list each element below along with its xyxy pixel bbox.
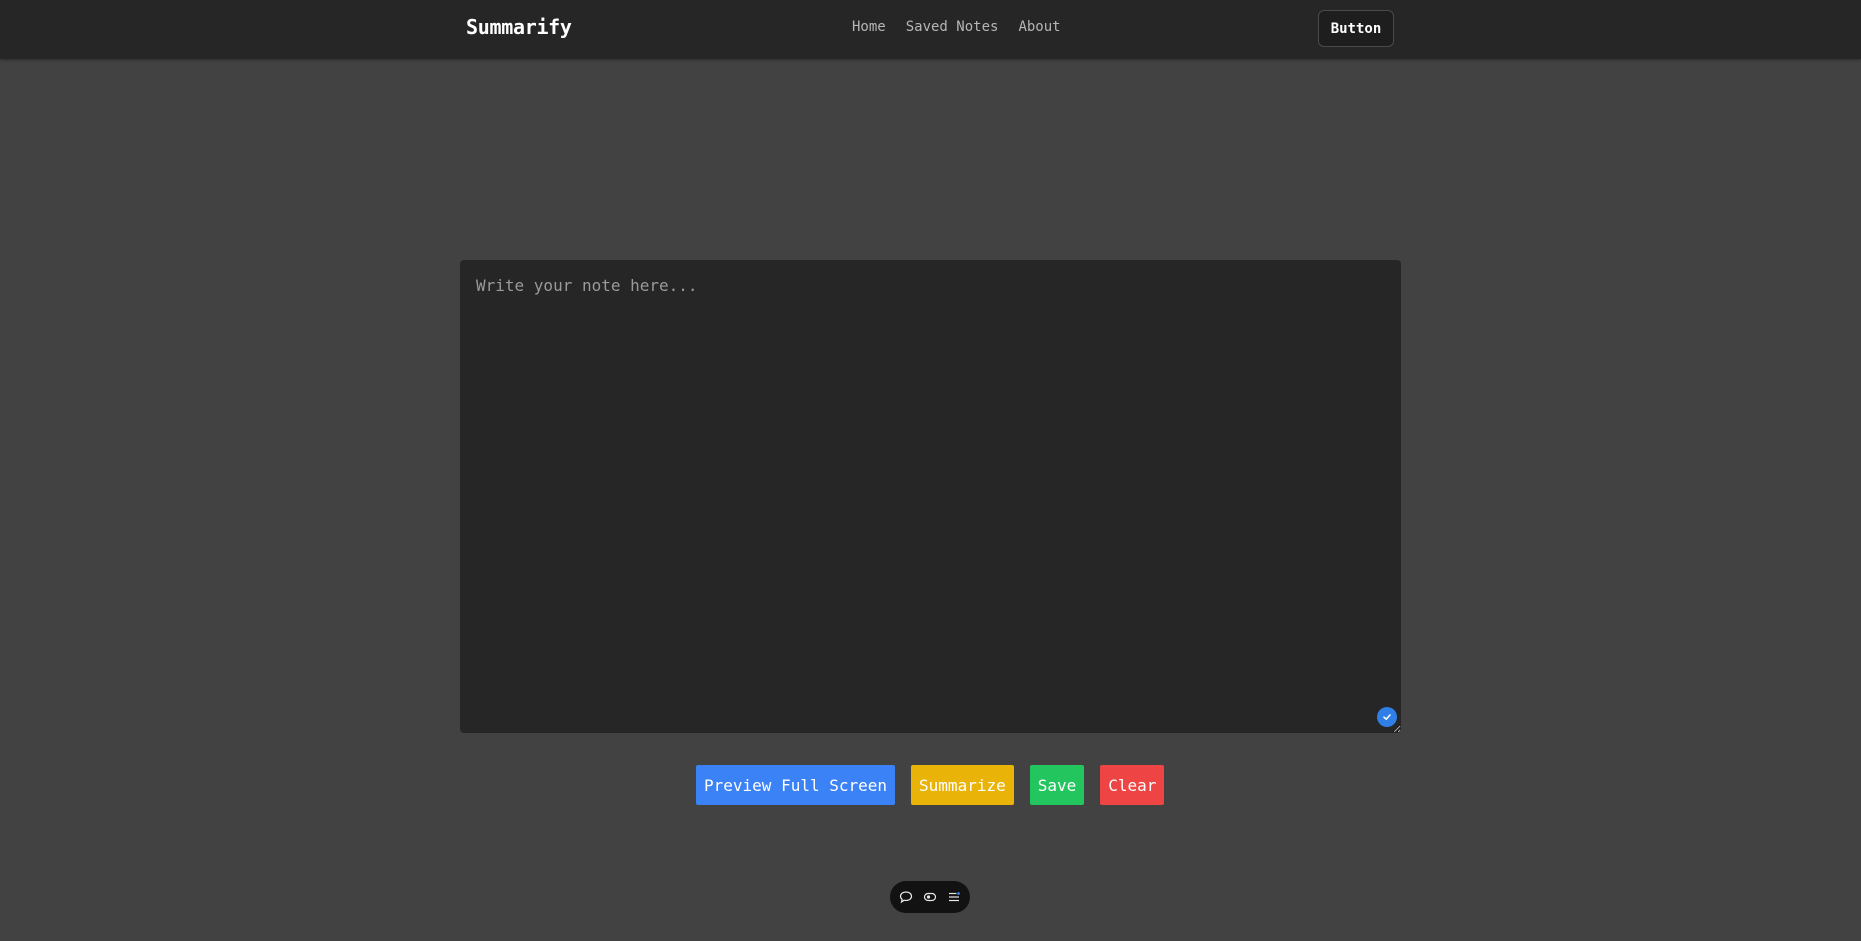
note-editor (460, 260, 1401, 733)
save-button[interactable]: Save (1029, 765, 1085, 805)
header-button[interactable]: Button (1318, 10, 1394, 47)
eye-toggle-icon[interactable] (922, 889, 938, 905)
nav-link-saved-notes[interactable]: Saved Notes (906, 19, 999, 35)
brand-logo-text[interactable]: Summarify (466, 15, 572, 39)
check-circle-icon[interactable] (1377, 707, 1397, 727)
nav-links: Home Saved Notes About (852, 19, 1061, 35)
action-buttons: Preview Full Screen Summarize Save Clear (696, 765, 1165, 805)
nav-link-about[interactable]: About (1018, 19, 1060, 35)
note-textarea[interactable] (460, 260, 1401, 733)
floating-toolbar (890, 881, 970, 913)
nav-link-home[interactable]: Home (852, 19, 886, 35)
preview-full-screen-button[interactable]: Preview Full Screen (696, 765, 896, 805)
clear-button[interactable]: Clear (1100, 765, 1165, 805)
list-settings-icon[interactable] (946, 889, 962, 905)
chat-bubble-icon[interactable] (898, 889, 914, 905)
summarize-button[interactable]: Summarize (911, 765, 1014, 805)
top-navbar: Summarify Home Saved Notes About Button (0, 0, 1861, 59)
